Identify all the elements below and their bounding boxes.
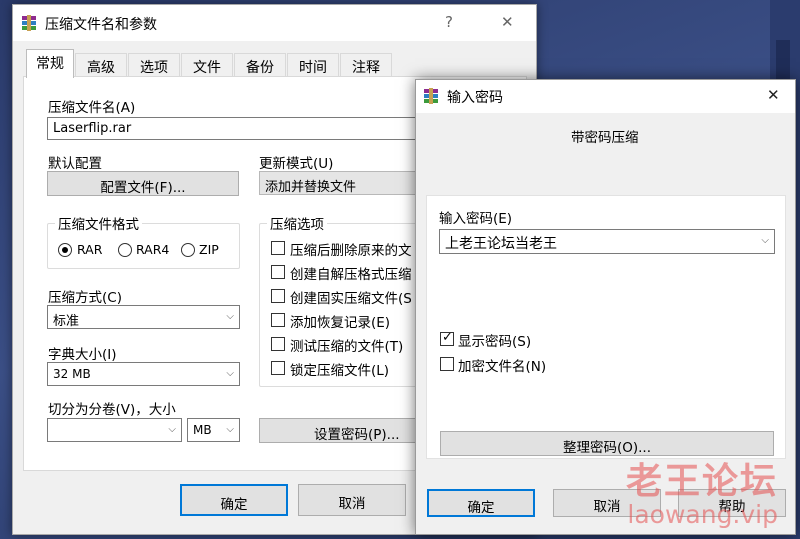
tab-time[interactable]: 时间 <box>287 53 339 77</box>
password-heading: 带密码压缩 <box>571 130 639 146</box>
winrar-icon <box>22 15 36 31</box>
update-mode-label: 更新模式(U) <box>259 156 334 172</box>
profiles-button[interactable]: 配置文件(F)... <box>47 171 239 196</box>
radio-rar-label: RAR <box>77 242 103 257</box>
title-bar[interactable]: 压缩文件名和参数 ? ✕ <box>13 5 536 41</box>
split-unit-value: MB <box>193 423 212 437</box>
option-recovery-label: 添加恢复记录(E) <box>290 315 391 331</box>
chevron-down-icon: ⌵ <box>168 424 176 435</box>
help-icon[interactable]: ? <box>445 13 453 31</box>
archive-options-label: 压缩选项 <box>267 213 327 233</box>
archive-name-label: 压缩文件名(A) <box>48 100 136 116</box>
winrar-icon <box>424 88 438 104</box>
watermark-url: laowang.vip <box>627 500 778 529</box>
cancel-button[interactable]: 取消 <box>298 484 406 516</box>
option-checkbox[interactable] <box>271 313 285 327</box>
close-icon[interactable]: ✕ <box>767 86 780 104</box>
password-value: 上老王论坛当老王 <box>445 236 557 252</box>
split-unit-select[interactable]: MB ⌵ <box>187 418 240 442</box>
radio-zip[interactable] <box>181 243 195 257</box>
tab-backup[interactable]: 备份 <box>234 53 286 77</box>
password-title-bar[interactable]: 输入密码 ✕ <box>416 80 795 113</box>
ok-button[interactable]: 确定 <box>180 484 288 516</box>
close-icon[interactable]: ✕ <box>501 13 514 31</box>
password-panel: 输入密码(E) 上老王论坛当老王 ⌵ 显示密码(S) 加密文件名(N) 整理密码… <box>426 195 786 459</box>
compression-method-value: 标准 <box>53 314 80 329</box>
show-password-label: 显示密码(S) <box>458 334 532 350</box>
option-checkbox[interactable] <box>271 265 285 279</box>
encrypt-filenames-label: 加密文件名(N) <box>458 359 547 375</box>
archive-format-label: 压缩文件格式 <box>55 213 142 233</box>
compression-method-label: 压缩方式(C) <box>48 290 122 306</box>
split-size-combo[interactable]: ⌵ <box>47 418 182 442</box>
dictionary-size-label: 字典大小(I) <box>48 347 117 363</box>
chevron-down-icon: ⌵ <box>761 235 769 246</box>
tab-comment[interactable]: 注释 <box>340 53 392 77</box>
option-lock-label: 锁定压缩文件(L) <box>290 363 390 379</box>
option-checkbox[interactable] <box>271 241 285 255</box>
default-profile-label: 默认配置 <box>48 156 102 172</box>
option-checkbox[interactable] <box>271 289 285 303</box>
update-mode-value: 添加并替换文件 <box>265 180 357 195</box>
tab-files[interactable]: 文件 <box>181 53 233 77</box>
option-solid-label: 创建固实压缩文件(S <box>290 291 412 307</box>
radio-rar4-label: RAR4 <box>136 242 170 257</box>
password-input[interactable]: 上老王论坛当老王 ⌵ <box>439 229 775 254</box>
password-ok-button[interactable]: 确定 <box>427 489 535 517</box>
option-test-label: 测试压缩的文件(T) <box>290 339 404 355</box>
tab-options[interactable]: 选项 <box>128 53 180 77</box>
option-checkbox[interactable] <box>271 337 285 351</box>
show-password-checkbox[interactable] <box>440 330 454 346</box>
encrypt-filenames-checkbox[interactable] <box>440 357 454 371</box>
dictionary-size-select[interactable]: 32 MB ⌵ <box>47 362 240 386</box>
dialog-title: 压缩文件名和参数 <box>45 17 157 33</box>
radio-rar[interactable] <box>58 243 72 257</box>
tab-advanced[interactable]: 高级 <box>75 53 127 77</box>
password-label: 输入密码(E) <box>439 211 513 227</box>
option-checkbox[interactable] <box>271 361 285 375</box>
option-sfx-label: 创建自解压格式压缩 <box>290 267 412 283</box>
watermark-title: 老王论坛 <box>625 461 778 502</box>
password-dialog-title: 输入密码 <box>447 90 503 106</box>
split-volumes-label: 切分为分卷(V)，大小 <box>48 402 176 418</box>
chevron-down-icon: ⌵ <box>226 368 234 379</box>
chevron-down-icon: ⌵ <box>226 424 234 435</box>
chevron-down-icon: ⌵ <box>226 311 234 322</box>
option-delete-after-label: 压缩后删除原来的文 <box>290 243 412 259</box>
archive-name-field[interactable]: Laserflip.rar <box>47 117 447 140</box>
dictionary-size-value: 32 MB <box>53 367 91 381</box>
radio-zip-label: ZIP <box>199 242 219 257</box>
radio-rar4[interactable] <box>118 243 132 257</box>
tab-general[interactable]: 常规 <box>26 49 74 78</box>
compression-method-select[interactable]: 标准 ⌵ <box>47 305 240 329</box>
